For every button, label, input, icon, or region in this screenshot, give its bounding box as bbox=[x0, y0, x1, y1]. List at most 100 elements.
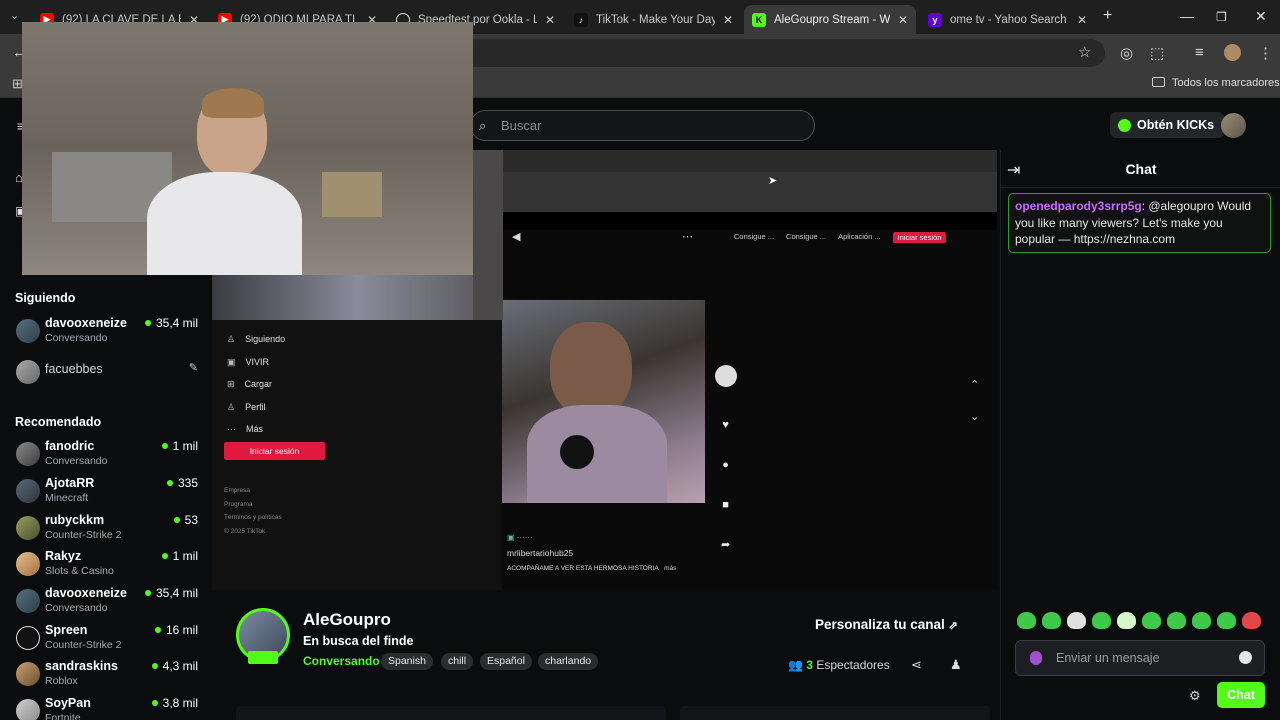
sidebar-channel[interactable]: facuebbes ✎ bbox=[14, 357, 204, 391]
tiktok-login-button: Iniciar sesión bbox=[224, 442, 325, 460]
stream-tag[interactable]: charlando bbox=[538, 653, 599, 670]
bookmark-star-icon[interactable]: ☆ bbox=[1078, 43, 1091, 61]
extensions-puzzle-icon[interactable]: ⬚ bbox=[1150, 44, 1164, 62]
stream-category[interactable]: Conversando bbox=[303, 654, 380, 668]
close-icon[interactable]: ✕ bbox=[723, 13, 733, 27]
tiktok-username: mrlibertariohub25 bbox=[507, 548, 574, 558]
recommended-title: Recomendado bbox=[15, 415, 102, 429]
get-kicks-button[interactable]: Obtén KICKs bbox=[1110, 112, 1225, 138]
live-dot-icon bbox=[144, 590, 151, 596]
sidebar-channel[interactable]: SoyPan Fortnite 3,8 mil bbox=[14, 696, 204, 720]
new-tab-icon[interactable]: + bbox=[1103, 7, 1112, 25]
avatar bbox=[16, 626, 40, 650]
stream-tag[interactable]: chill bbox=[441, 653, 474, 670]
emote-icon[interactable] bbox=[1042, 612, 1061, 629]
emote-icon[interactable] bbox=[1242, 612, 1261, 629]
tiktok-icon: ♪ bbox=[574, 12, 588, 27]
viewer-count: 👥 3 Espectadores bbox=[788, 658, 890, 672]
live-dot-icon bbox=[161, 553, 168, 559]
yahoo-icon: y bbox=[928, 12, 942, 27]
viewers-icon: 👥 bbox=[788, 658, 803, 672]
tiktok-footer: Empresa Programa Términos y políticas © … bbox=[224, 487, 282, 535]
live-dot-icon bbox=[151, 663, 158, 669]
avatar bbox=[16, 699, 40, 720]
person-shirt bbox=[147, 172, 302, 275]
search-input[interactable]: ⌕ Buscar bbox=[470, 110, 815, 141]
emote-icon[interactable] bbox=[1142, 612, 1161, 629]
browser-tab[interactable]: y ome tv - Yahoo Search Tu ✕ bbox=[920, 5, 1095, 34]
webcam-overlay bbox=[22, 22, 473, 275]
browser-tab-active[interactable]: K AleGoupro Stream - Watch ✕ bbox=[744, 5, 916, 34]
avatar bbox=[16, 319, 40, 343]
customize-channel-link[interactable]: Personaliza tu canal ⇗ bbox=[815, 617, 958, 632]
more-dots-icon: ⋯ bbox=[682, 231, 693, 243]
emote-icon[interactable] bbox=[1192, 612, 1211, 629]
mouse-cursor-icon: ➤ bbox=[768, 175, 778, 187]
browser-tab[interactable]: ♪ TikTok - Make Your Day ✕ bbox=[566, 5, 741, 34]
external-link-icon: ⇗ bbox=[948, 620, 958, 632]
minimize-icon[interactable]: — bbox=[1180, 8, 1194, 24]
live-dot-icon bbox=[166, 480, 173, 486]
sidebar-channel[interactable]: davooxeneize Conversando 35,4 mil bbox=[14, 586, 204, 620]
restore-icon[interactable]: ❐ bbox=[1216, 10, 1227, 24]
webcam-edge bbox=[473, 150, 503, 320]
live-dot-icon bbox=[173, 517, 180, 523]
emote-icon[interactable] bbox=[1217, 612, 1236, 629]
avatar[interactable] bbox=[1221, 113, 1246, 138]
avatar bbox=[16, 589, 40, 613]
emote-icon[interactable] bbox=[1167, 612, 1186, 629]
send-chat-button[interactable]: Chat bbox=[1217, 682, 1265, 708]
chat-username[interactable]: openedparody3srrp5g bbox=[1015, 199, 1142, 213]
close-icon[interactable]: ✕ bbox=[898, 13, 908, 27]
media-controls-icon[interactable]: ≡ bbox=[1195, 44, 1204, 61]
sidebar-channel[interactable]: Spreen Counter-Strike 2 16 mil bbox=[14, 623, 204, 657]
avatar bbox=[16, 662, 40, 686]
live-dot-icon bbox=[151, 700, 158, 706]
live-badge bbox=[248, 651, 278, 664]
follow-user-icon[interactable]: ♟ bbox=[950, 657, 962, 673]
emote-icon[interactable] bbox=[1092, 612, 1111, 629]
emote-icon[interactable] bbox=[1117, 612, 1136, 629]
more-menu-icon[interactable]: ⋮ bbox=[1258, 44, 1273, 62]
tiktok-caption: ACOMPAÑAME A VER ESTA HERMOSA HISTORIA m… bbox=[507, 565, 677, 572]
window-close-icon[interactable]: ✕ bbox=[1255, 8, 1267, 25]
emote-bar bbox=[1017, 612, 1261, 629]
avatar bbox=[16, 442, 40, 466]
chat-badge-icon bbox=[1030, 651, 1042, 665]
kick-coin-icon bbox=[1118, 118, 1131, 132]
emoji-icon[interactable] bbox=[1239, 651, 1252, 664]
tab-search-chevron-icon[interactable]: ⌄ bbox=[10, 9, 19, 22]
folder-icon bbox=[1152, 77, 1165, 87]
chat-panel: ⇥ Chat openedparody3srrp5g: @alegoupro W… bbox=[1000, 150, 1280, 720]
profile-avatar-icon[interactable] bbox=[1224, 44, 1241, 61]
emote-icon[interactable] bbox=[1017, 612, 1036, 629]
sidebar-channel[interactable]: AjotaRR Minecraft 335 bbox=[14, 476, 204, 510]
chat-settings-gear-icon[interactable]: ⚙ bbox=[1189, 688, 1201, 704]
stream-tag[interactable]: Spanish bbox=[381, 653, 433, 670]
following-title: Siguiendo bbox=[15, 291, 76, 305]
extension-glasses-icon[interactable]: ◎ bbox=[1120, 44, 1133, 62]
emote-icon[interactable] bbox=[1067, 612, 1086, 629]
scroll-up-icon: ⌃ bbox=[970, 379, 980, 391]
sidebar-channel[interactable]: davooxeneize Conversando 35,4 mil bbox=[14, 316, 204, 350]
streamer-name[interactable]: AleGoupro bbox=[303, 610, 391, 630]
sidebar-channel[interactable]: sandraskins Roblox 4,3 mil bbox=[14, 659, 204, 693]
chat-message: openedparody3srrp5g: @alegoupro Would yo… bbox=[1008, 193, 1271, 253]
sidebar-channel[interactable]: Rakyz Slots & Casino 1 mil bbox=[14, 549, 204, 583]
sidebar-channel[interactable]: fanodric Conversando 1 mil bbox=[14, 439, 204, 473]
stream-title: En busca del finde bbox=[303, 634, 414, 648]
chat-title: Chat bbox=[1125, 161, 1157, 177]
close-icon[interactable]: ✕ bbox=[545, 13, 555, 27]
live-dot-icon bbox=[144, 320, 151, 326]
kick-icon: K bbox=[752, 12, 766, 27]
stream-tag[interactable]: Español bbox=[480, 653, 532, 670]
mute-icon: ◀ bbox=[512, 231, 521, 243]
share-icon[interactable]: ⋖ bbox=[911, 657, 922, 673]
sidebar-channel[interactable]: rubyckkm Counter-Strike 2 53 bbox=[14, 513, 204, 547]
avatar bbox=[16, 360, 40, 384]
person-hair bbox=[202, 88, 264, 118]
chat-input[interactable]: Enviar un mensaje bbox=[1015, 640, 1265, 676]
captured-browser-chrome bbox=[472, 150, 997, 212]
all-bookmarks-link[interactable]: Todos los marcadores bbox=[1172, 77, 1280, 89]
close-icon[interactable]: ✕ bbox=[1077, 13, 1087, 27]
